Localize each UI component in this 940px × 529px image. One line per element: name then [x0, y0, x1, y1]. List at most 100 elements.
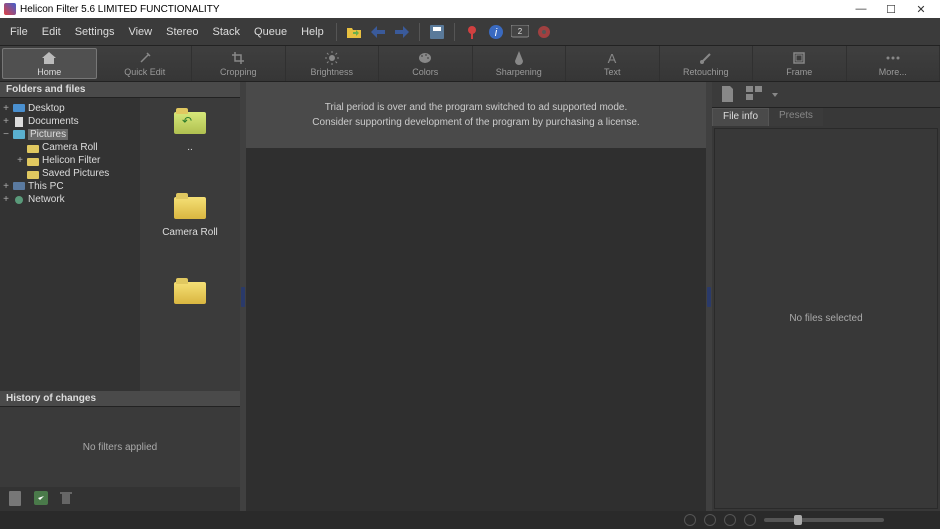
tab-bright-label: Brightness — [310, 67, 353, 77]
slider-knob[interactable] — [794, 515, 802, 525]
tab-more-label: More... — [879, 67, 907, 77]
statusbar — [0, 511, 940, 529]
no-files-label: No files selected — [789, 313, 862, 324]
page-icon[interactable] — [720, 86, 738, 104]
history-empty-label: No filters applied — [83, 442, 157, 453]
wand-icon — [138, 51, 152, 65]
layout-icon[interactable] — [746, 86, 764, 104]
menu-stack[interactable]: Stack — [207, 24, 247, 40]
folders-header: Folders and files — [0, 82, 240, 98]
thumb-up[interactable]: ↶ .. — [174, 108, 206, 153]
svg-text:A: A — [608, 52, 617, 64]
open-folder-icon[interactable] — [343, 21, 365, 43]
back-icon[interactable] — [367, 21, 389, 43]
tab-retouching[interactable]: Retouching — [660, 46, 754, 81]
tab-frame[interactable]: Frame — [753, 46, 847, 81]
tab-cropping[interactable]: Cropping — [192, 46, 286, 81]
folder-icon — [174, 278, 206, 304]
tab-more[interactable]: More... — [847, 46, 940, 81]
crop-icon — [231, 51, 245, 65]
chevron-down-icon[interactable] — [772, 93, 778, 97]
right-toolbar — [712, 82, 940, 108]
tree-helicon-filter[interactable]: +Helicon Filter — [2, 154, 138, 167]
image-view-area — [246, 148, 706, 511]
minimize-button[interactable]: — — [846, 3, 876, 15]
history-body: No filters applied — [0, 407, 240, 487]
close-button[interactable]: ✕ — [906, 3, 936, 16]
menu-edit[interactable]: Edit — [36, 24, 67, 40]
status-dot-1[interactable] — [684, 514, 696, 526]
brush-icon — [699, 51, 713, 65]
right-panel: File info Presets No files selected — [712, 82, 940, 511]
zoom-slider[interactable] — [764, 518, 884, 522]
trial-notice: Trial period is over and the program swi… — [246, 82, 706, 148]
info-icon[interactable]: i — [485, 21, 507, 43]
menu-settings[interactable]: Settings — [69, 24, 121, 40]
tab-brightness[interactable]: Brightness — [286, 46, 380, 81]
text-icon: A — [605, 51, 619, 65]
thumb-camera-roll[interactable]: Camera Roll — [162, 193, 218, 238]
tab-quick-edit[interactable]: Quick Edit — [99, 46, 193, 81]
folder-up-icon: ↶ — [174, 108, 206, 134]
tree-saved-pictures[interactable]: Saved Pictures — [2, 167, 138, 180]
status-dot-3[interactable] — [724, 514, 736, 526]
brightness-icon — [325, 51, 339, 65]
delete-icon[interactable] — [60, 491, 76, 507]
left-panel: Folders and files +Desktop +Documents −P… — [0, 82, 240, 511]
tab-sharp-label: Sharpening — [496, 67, 542, 77]
sharpen-icon — [512, 51, 526, 65]
menu-help[interactable]: Help — [295, 24, 330, 40]
document-icon[interactable] — [8, 491, 24, 507]
history-toolbar — [0, 487, 240, 511]
status-dot-2[interactable] — [704, 514, 716, 526]
menu-stereo[interactable]: Stereo — [160, 24, 204, 40]
window-title: Helicon Filter 5.6 LIMITED FUNCTIONALITY — [20, 4, 219, 15]
svg-text:2: 2 — [517, 27, 522, 36]
tab-file-info[interactable]: File info — [712, 108, 769, 126]
tab-colors[interactable]: Colors — [379, 46, 473, 81]
thumb-camera-label: Camera Roll — [162, 227, 218, 238]
menu-queue[interactable]: Queue — [248, 24, 293, 40]
folder-tree[interactable]: +Desktop +Documents −Pictures Camera Rol… — [0, 98, 140, 391]
menubar: File Edit Settings View Stereo Stack Que… — [0, 18, 940, 46]
home-icon — [42, 51, 56, 65]
history-header: History of changes — [0, 391, 240, 407]
tab-colors-label: Colors — [412, 67, 438, 77]
gear-network-icon[interactable] — [533, 21, 555, 43]
tree-desktop[interactable]: +Desktop — [2, 102, 138, 115]
forward-icon[interactable] — [391, 21, 413, 43]
tree-documents[interactable]: +Documents — [2, 115, 138, 128]
tree-this-pc[interactable]: +This PC — [2, 180, 138, 193]
tab-text-label: Text — [604, 67, 621, 77]
tab-presets[interactable]: Presets — [769, 108, 823, 126]
tab-text[interactable]: A Text — [566, 46, 660, 81]
tree-pictures[interactable]: −Pictures — [2, 128, 138, 141]
tree-camera-roll[interactable]: Camera Roll — [2, 141, 138, 154]
more-icon — [886, 51, 900, 65]
save-icon[interactable] — [426, 21, 448, 43]
frame-icon — [792, 51, 806, 65]
pin-icon[interactable] — [461, 21, 483, 43]
status-dot-4[interactable] — [744, 514, 756, 526]
queue-count-icon[interactable]: 2 — [509, 21, 531, 43]
center-panel: Trial period is over and the program swi… — [246, 82, 706, 511]
tree-network[interactable]: +Network — [2, 193, 138, 206]
thumb-folder[interactable] — [174, 278, 206, 304]
trial-line2: Consider supporting development of the p… — [254, 115, 698, 130]
trial-line1: Trial period is over and the program swi… — [254, 100, 698, 115]
palette-icon — [418, 51, 432, 65]
right-tabs: File info Presets — [712, 108, 940, 126]
tab-sharpening[interactable]: Sharpening — [473, 46, 567, 81]
thumb-up-label: .. — [187, 142, 193, 153]
maximize-button[interactable]: ☐ — [876, 3, 906, 16]
ribbon: Home Quick Edit Cropping Brightness Colo… — [0, 46, 940, 82]
file-info-body: No files selected — [714, 128, 938, 509]
folders-panel: +Desktop +Documents −Pictures Camera Rol… — [0, 98, 240, 391]
tab-retouch-label: Retouching — [683, 67, 729, 77]
tab-home[interactable]: Home — [2, 48, 97, 79]
menu-file[interactable]: File — [4, 24, 34, 40]
app-icon — [4, 3, 16, 15]
content: Folders and files +Desktop +Documents −P… — [0, 82, 940, 511]
menu-view[interactable]: View — [122, 24, 158, 40]
save-preset-icon[interactable] — [34, 491, 50, 507]
